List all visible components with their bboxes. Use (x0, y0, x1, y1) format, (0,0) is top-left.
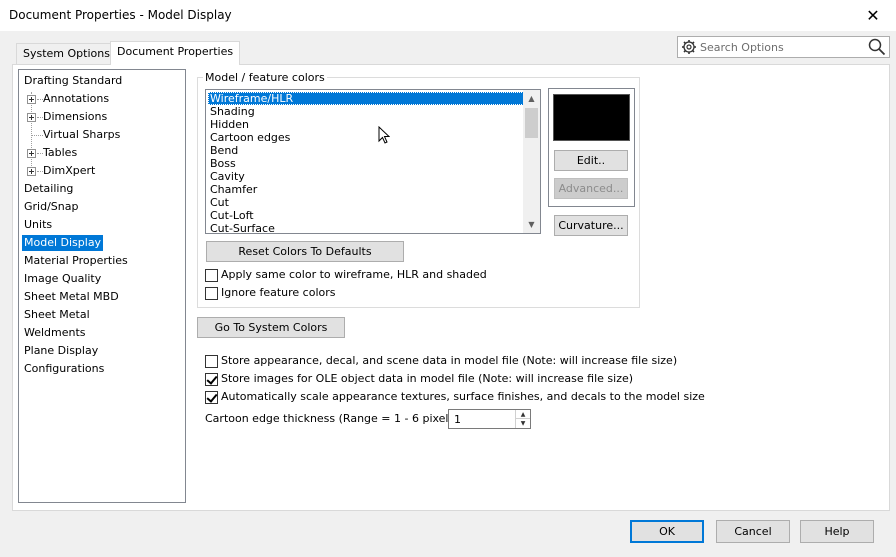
ignore-feature-colors-checkbox[interactable] (205, 286, 218, 300)
advanced-button[interactable]: Advanced... (554, 178, 628, 199)
tree-item-drafting-standard[interactable]: Drafting Standard (22, 73, 124, 89)
search-box[interactable]: Search Options (677, 36, 890, 58)
tree-item-plane-display[interactable]: Plane Display (22, 343, 100, 359)
auto-scale-label: Automatically scale appearance textures,… (221, 390, 705, 403)
cartoon-thickness-stepper[interactable]: 1 ▲ ▼ (448, 409, 531, 429)
tree-item-units[interactable]: Units (22, 217, 54, 233)
stepper-buttons[interactable]: ▲ ▼ (515, 410, 530, 428)
ignore-feature-colors-row[interactable]: Ignore feature colors (205, 286, 336, 302)
tree-item-detailing[interactable]: Detailing (22, 181, 75, 197)
ok-button[interactable]: OK (630, 520, 704, 543)
tree-item-dimxpert[interactable]: DimXpert (41, 163, 97, 179)
tree-connector (31, 92, 32, 172)
tree-item-weldments[interactable]: Weldments (22, 325, 88, 341)
list-item[interactable]: Shading (208, 105, 524, 118)
store-images-checkbox[interactable] (205, 372, 218, 386)
title-bar: Document Properties - Model Display ✕ (0, 0, 896, 32)
store-appearance-label: Store appearance, decal, and scene data … (221, 354, 678, 367)
tree-item-sheet-metal[interactable]: Sheet Metal (22, 307, 92, 323)
apply-same-color-label: Apply same color to wireframe, HLR and s… (221, 268, 487, 281)
close-icon[interactable]: ✕ (850, 0, 896, 31)
store-images-label: Store images for OLE object data in mode… (221, 372, 634, 385)
expand-icon[interactable] (27, 167, 36, 176)
list-item[interactable]: Hidden (208, 118, 524, 131)
tree-item-model-display[interactable]: Model Display (22, 235, 104, 251)
mouse-cursor-icon (378, 126, 390, 144)
store-appearance-checkbox[interactable] (205, 354, 218, 368)
expand-icon[interactable] (27, 149, 36, 158)
list-item[interactable]: Cut-Surface (208, 222, 524, 233)
list-item[interactable]: Cut-Loft (208, 209, 524, 222)
colors-group-title: Model / feature colors (203, 71, 327, 84)
cartoon-thickness-label: Cartoon edge thickness (Range = 1 - 6 pi… (205, 412, 463, 425)
curvature-button[interactable]: Curvature... (554, 215, 628, 236)
chevron-up-icon[interactable]: ▲ (523, 90, 540, 107)
auto-scale-checkbox[interactable] (205, 390, 218, 404)
list-item[interactable]: Boss (208, 157, 524, 170)
tree-item-image-quality[interactable]: Image Quality (22, 271, 103, 287)
list-item[interactable]: Chamfer (208, 183, 524, 196)
scroll-thumb[interactable] (525, 108, 538, 138)
chevron-up-icon[interactable]: ▲ (516, 410, 530, 419)
help-button[interactable]: Help (800, 520, 874, 543)
list-item[interactable]: Cavity (208, 170, 524, 183)
apply-same-color-checkbox[interactable] (205, 268, 218, 282)
options-tree[interactable]: Drafting Standard Annotations Dimensions… (18, 69, 186, 503)
expand-icon[interactable] (27, 113, 36, 122)
tree-item-grid-snap[interactable]: Grid/Snap (22, 199, 80, 215)
window-title: Document Properties - Model Display (9, 8, 232, 22)
tree-item-configurations[interactable]: Configurations (22, 361, 106, 377)
tree-item-sheet-metal-mbd[interactable]: Sheet Metal MBD (22, 289, 121, 305)
list-item[interactable]: Cartoon edges (208, 131, 524, 144)
search-input[interactable]: Search Options (700, 41, 784, 54)
system-colors-button[interactable]: Go To System Colors (197, 317, 345, 338)
feature-color-list[interactable]: Wireframe/HLR Shading Hidden Cartoon edg… (205, 89, 541, 234)
tab-system-options[interactable]: System Options (16, 43, 117, 65)
tree-item-annotations[interactable]: Annotations (41, 91, 111, 107)
expand-icon[interactable] (27, 95, 36, 104)
color-swatch (553, 94, 630, 141)
store-images-row[interactable]: Store images for OLE object data in mode… (205, 372, 633, 388)
tab-document-properties[interactable]: Document Properties (110, 41, 241, 65)
tree-item-virtual-sharps[interactable]: Virtual Sharps (41, 127, 122, 143)
tree-item-tables[interactable]: Tables (41, 145, 79, 161)
cancel-button[interactable]: Cancel (716, 520, 790, 543)
store-appearance-row[interactable]: Store appearance, decal, and scene data … (205, 354, 677, 370)
gear-icon (682, 40, 696, 54)
list-item[interactable]: Bend (208, 144, 524, 157)
auto-scale-row[interactable]: Automatically scale appearance textures,… (205, 390, 705, 406)
chevron-down-icon[interactable]: ▼ (516, 419, 530, 428)
list-scrollbar[interactable]: ▲ ▼ (523, 90, 540, 233)
apply-same-color-row[interactable]: Apply same color to wireframe, HLR and s… (205, 268, 487, 284)
cartoon-thickness-value[interactable]: 1 (454, 413, 461, 426)
chevron-down-icon[interactable]: ▼ (523, 216, 540, 233)
tree-item-material-properties[interactable]: Material Properties (22, 253, 130, 269)
ignore-feature-colors-label: Ignore feature colors (221, 286, 336, 299)
edit-button[interactable]: Edit.. (554, 150, 628, 171)
tree-item-dimensions[interactable]: Dimensions (41, 109, 109, 125)
list-item[interactable]: Wireframe/HLR (208, 92, 524, 105)
reset-colors-button[interactable]: Reset Colors To Defaults (206, 241, 404, 262)
list-item[interactable]: Cut (208, 196, 524, 209)
search-icon[interactable] (868, 38, 886, 56)
